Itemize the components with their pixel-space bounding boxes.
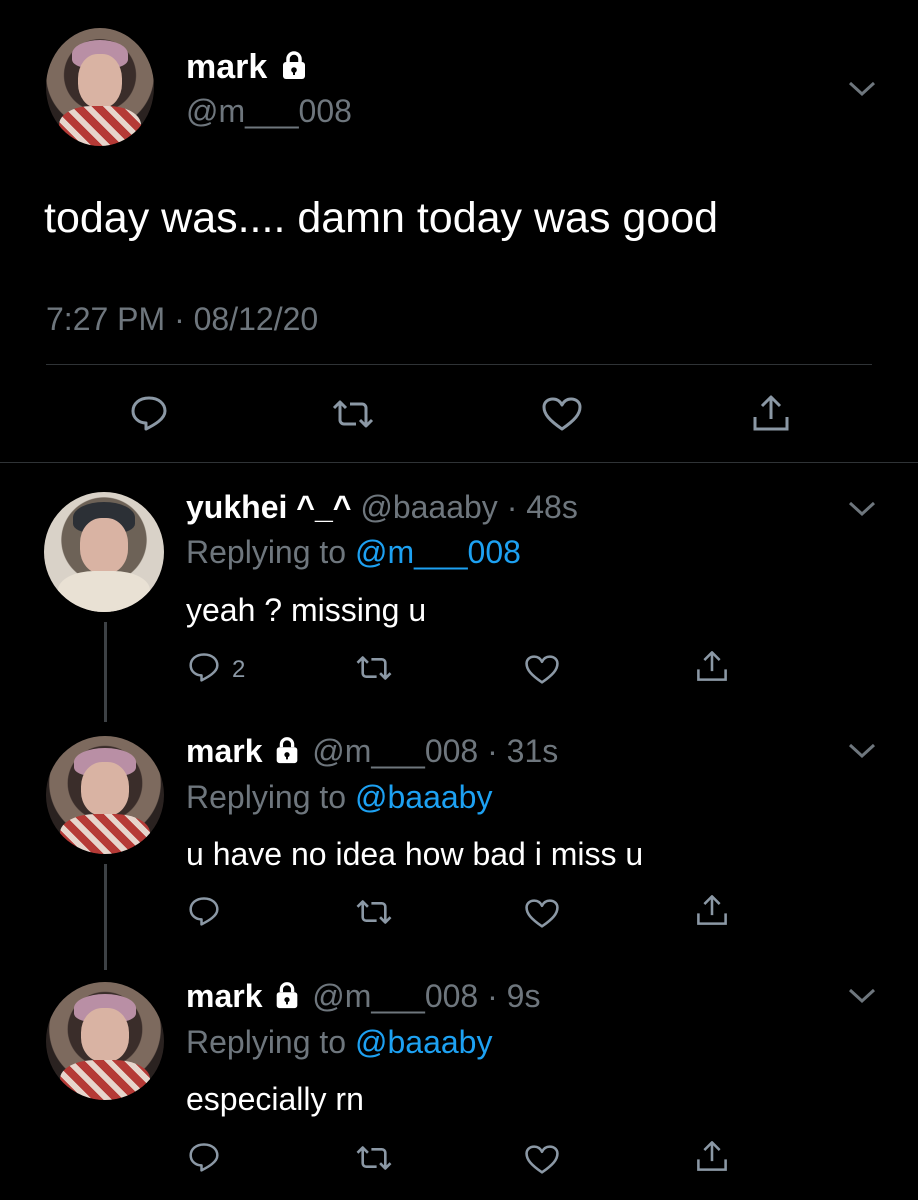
share-icon[interactable] [750, 393, 792, 433]
timestamp[interactable]: 7:27 PM · 08/12/20 [46, 300, 318, 338]
heart-icon[interactable] [541, 396, 583, 432]
handle[interactable]: @m___008 [312, 978, 478, 1014]
avatar[interactable] [46, 736, 164, 854]
avatar[interactable] [44, 492, 164, 612]
mention-link[interactable]: @baaaby [355, 1024, 492, 1060]
retweet-icon[interactable] [354, 654, 394, 682]
reply-header: mark @m___008 · 31s [186, 732, 558, 773]
reply-text: u have no idea how bad i miss u [186, 836, 644, 872]
reply-icon[interactable] [188, 652, 220, 682]
handle[interactable]: @m___008 [186, 92, 352, 130]
divider [46, 364, 872, 365]
lock-icon [277, 49, 311, 90]
mention-link[interactable]: @baaaby [355, 779, 492, 815]
avatar[interactable] [46, 28, 154, 146]
display-name[interactable]: mark [186, 978, 263, 1014]
display-name[interactable]: yukhei ^_^ [186, 489, 351, 525]
time[interactable]: · 48s [507, 489, 578, 525]
thread-line [104, 622, 107, 722]
time[interactable]: · 31s [487, 733, 558, 769]
heart-icon[interactable] [524, 1144, 560, 1175]
time[interactable]: · 9s [487, 978, 540, 1014]
thread-line [104, 864, 107, 970]
display-name[interactable]: mark [186, 733, 263, 769]
divider [0, 462, 918, 463]
share-icon[interactable] [694, 1139, 730, 1173]
retweet-icon[interactable] [330, 398, 376, 430]
avatar[interactable] [46, 982, 164, 1100]
share-icon[interactable] [694, 649, 730, 683]
reply-count: 2 [232, 656, 246, 683]
heart-icon[interactable] [524, 654, 560, 685]
chevron-down-icon[interactable] [848, 987, 876, 1005]
reply-header: yukhei ^_^ @baaaby · 48s [186, 488, 578, 526]
reply-header: mark @m___008 · 9s [186, 977, 540, 1018]
mention-link[interactable]: @m___008 [355, 534, 521, 570]
replying-to: Replying to @m___008 [186, 534, 521, 570]
replying-to: Replying to @baaaby [186, 779, 493, 815]
reply-icon[interactable] [188, 896, 220, 926]
handle[interactable]: @m___008 [312, 733, 478, 769]
lock-icon [271, 735, 303, 773]
display-name[interactable]: mark [186, 47, 311, 90]
retweet-icon[interactable] [354, 1144, 394, 1172]
share-icon[interactable] [694, 893, 730, 927]
replying-to: Replying to @baaaby [186, 1024, 493, 1060]
chevron-down-icon[interactable] [848, 742, 876, 760]
tweet-text: today was.... damn today was good [44, 194, 719, 242]
reply-text: yeah ? missing u [186, 592, 427, 628]
reply-icon[interactable] [130, 395, 168, 431]
retweet-icon[interactable] [354, 898, 394, 926]
handle[interactable]: @baaaby [360, 489, 497, 525]
chevron-down-icon[interactable] [848, 80, 876, 98]
reply-text: especially rn [186, 1081, 364, 1117]
reply-icon[interactable] [188, 1142, 220, 1172]
lock-icon [271, 980, 303, 1018]
heart-icon[interactable] [524, 898, 560, 929]
chevron-down-icon[interactable] [848, 500, 876, 518]
